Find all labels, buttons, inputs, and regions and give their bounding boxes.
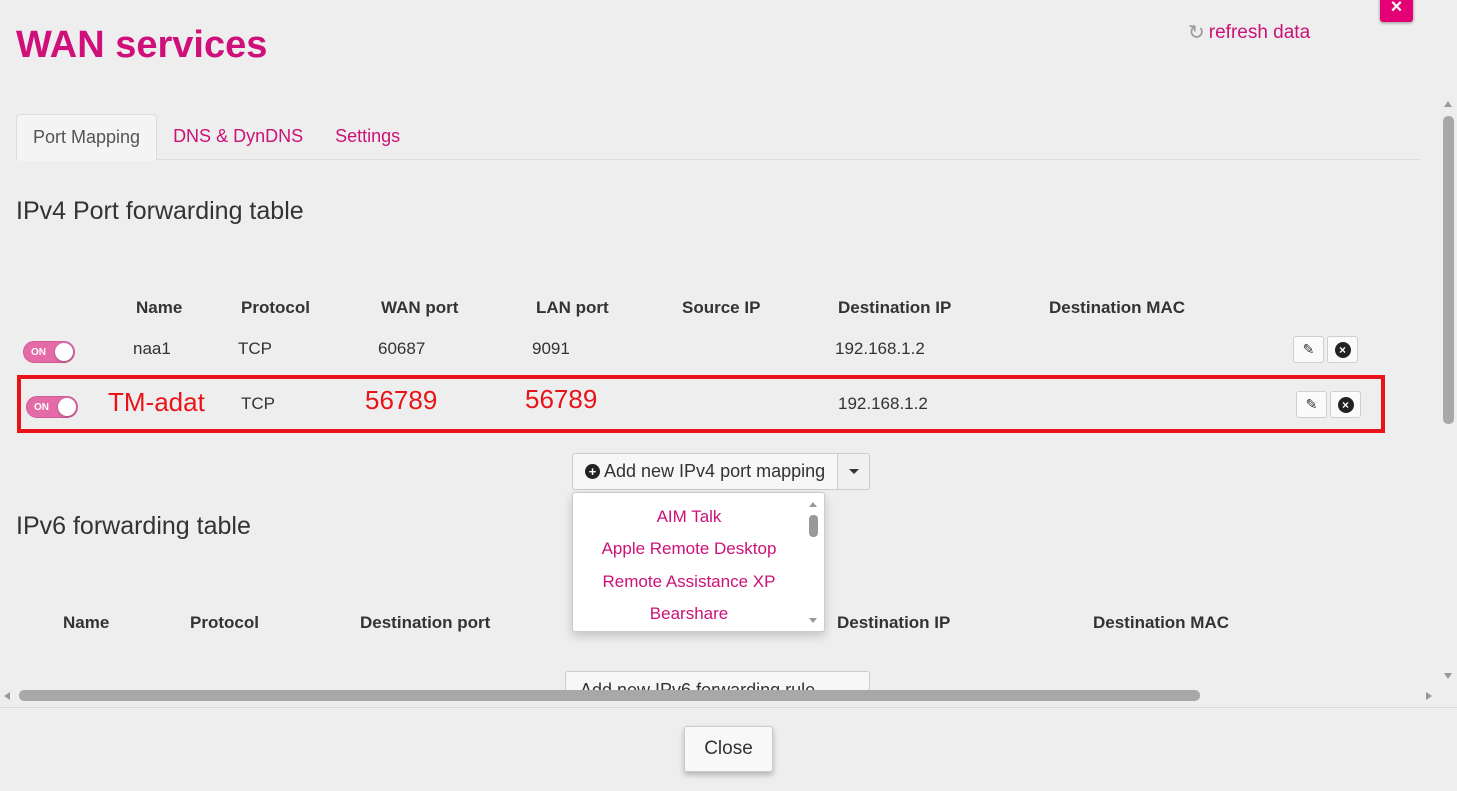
- service-preset-dropdown: AIM Talk Apple Remote Desktop Remote Ass…: [572, 492, 825, 632]
- row-enable-toggle[interactable]: ON: [26, 396, 78, 418]
- dropdown-scroll-up-arrow[interactable]: [809, 502, 817, 507]
- delete-button[interactable]: ×: [1327, 336, 1358, 363]
- row-lan-port: 56789: [525, 384, 598, 414]
- toggle-knob: [55, 343, 73, 361]
- dropdown-item-bearshare[interactable]: Bearshare: [573, 604, 805, 624]
- refresh-label: refresh data: [1208, 21, 1311, 43]
- ipv4-col-dest-mac: Destination MAC: [1049, 298, 1185, 317]
- ipv6-section-title: IPv6 forwarding table: [16, 512, 251, 540]
- row-name: TM-adat: [108, 387, 205, 417]
- scroll-left-arrow[interactable]: [4, 692, 10, 700]
- ipv4-col-lan-port: LAN port: [536, 298, 609, 317]
- edit-button[interactable]: ✎: [1296, 391, 1327, 418]
- ipv4-section-title: IPv4 Port forwarding table: [16, 197, 304, 225]
- ipv6-col-dest-mac: Destination MAC: [1093, 613, 1229, 632]
- tab-settings[interactable]: Settings: [319, 114, 416, 160]
- add-ipv6-label: Add new IPv6 forwarding rule: [580, 680, 816, 690]
- ipv4-col-source-ip: Source IP: [682, 298, 761, 317]
- tab-bar: Port Mapping DNS & DynDNS Settings: [16, 114, 1420, 161]
- add-ipv4-button-group: + Add new IPv4 port mapping: [572, 453, 871, 490]
- add-ipv4-dropdown-toggle[interactable]: [838, 453, 871, 490]
- toggle-label: ON: [34, 402, 49, 413]
- row-protocol: TCP: [241, 394, 275, 413]
- horizontal-scrollbar-thumb[interactable]: [19, 690, 1200, 701]
- ipv6-col-dest-port: Destination port: [360, 613, 491, 632]
- dropdown-scrollbar-thumb[interactable]: [809, 515, 818, 537]
- ipv4-col-dest-ip: Destination IP: [838, 298, 952, 317]
- tab-dns-dyndns[interactable]: DNS & DynDNS: [157, 114, 319, 160]
- ipv4-col-wan-port: WAN port: [381, 298, 459, 317]
- refresh-data-link[interactable]: ↻ refresh data: [1188, 20, 1310, 45]
- modal-body: WAN services ↻ refresh data Port Mapping…: [0, 0, 1440, 690]
- row-wan-port: 60687: [378, 339, 426, 358]
- footer-divider: [0, 707, 1457, 708]
- plus-circle-icon: +: [585, 464, 600, 479]
- ipv6-col-protocol: Protocol: [190, 613, 259, 632]
- close-icon: ×: [1390, 0, 1403, 18]
- dropdown-item-aim-talk[interactable]: AIM Talk: [573, 507, 805, 527]
- tab-port-mapping[interactable]: Port Mapping: [16, 114, 158, 161]
- dropdown-item-apple-remote-desktop[interactable]: Apple Remote Desktop: [573, 539, 805, 559]
- add-ipv4-label: Add new IPv4 port mapping: [604, 461, 826, 481]
- highlight-box: [17, 375, 1385, 433]
- delete-button[interactable]: ×: [1330, 391, 1361, 418]
- row-wan-port: 56789: [365, 385, 438, 415]
- row-name: naa1: [133, 339, 171, 358]
- dropdown-scroll-down-arrow[interactable]: [809, 618, 817, 623]
- edit-icon: ✎: [1305, 396, 1318, 412]
- page-title: WAN services: [16, 24, 268, 66]
- vertical-scrollbar-thumb[interactable]: [1443, 116, 1454, 424]
- edit-button[interactable]: ✎: [1293, 336, 1324, 363]
- caret-down-icon: [848, 469, 859, 474]
- toggle-knob: [58, 398, 76, 416]
- row-enable-toggle[interactable]: ON: [23, 341, 75, 363]
- ipv4-col-name: Name: [136, 298, 183, 317]
- row-dest-ip: 192.168.1.2: [835, 339, 925, 358]
- delete-icon: ×: [1334, 341, 1351, 358]
- ipv6-col-dest-ip: Destination IP: [837, 613, 951, 632]
- scroll-right-arrow[interactable]: [1426, 692, 1432, 700]
- add-ipv6-rule-button[interactable]: Add new IPv6 forwarding rule: [565, 671, 870, 690]
- toggle-label: ON: [31, 347, 46, 358]
- dropdown-item-remote-assistance-xp[interactable]: Remote Assistance XP: [573, 572, 805, 592]
- scroll-down-arrow[interactable]: [1444, 673, 1452, 679]
- refresh-icon: ↻: [1188, 22, 1205, 44]
- row-protocol: TCP: [238, 339, 272, 358]
- ipv6-col-name: Name: [63, 613, 110, 632]
- row-dest-ip: 192.168.1.2: [838, 394, 928, 413]
- modal-close-icon-button[interactable]: ×: [1380, 0, 1413, 22]
- edit-icon: ✎: [1302, 341, 1315, 357]
- row-lan-port: 9091: [532, 339, 570, 358]
- add-ipv4-mapping-button[interactable]: + Add new IPv4 port mapping: [572, 453, 839, 490]
- close-button[interactable]: Close: [684, 726, 773, 772]
- scroll-up-arrow[interactable]: [1444, 101, 1452, 107]
- ipv4-col-protocol: Protocol: [241, 298, 310, 317]
- delete-icon: ×: [1337, 396, 1354, 413]
